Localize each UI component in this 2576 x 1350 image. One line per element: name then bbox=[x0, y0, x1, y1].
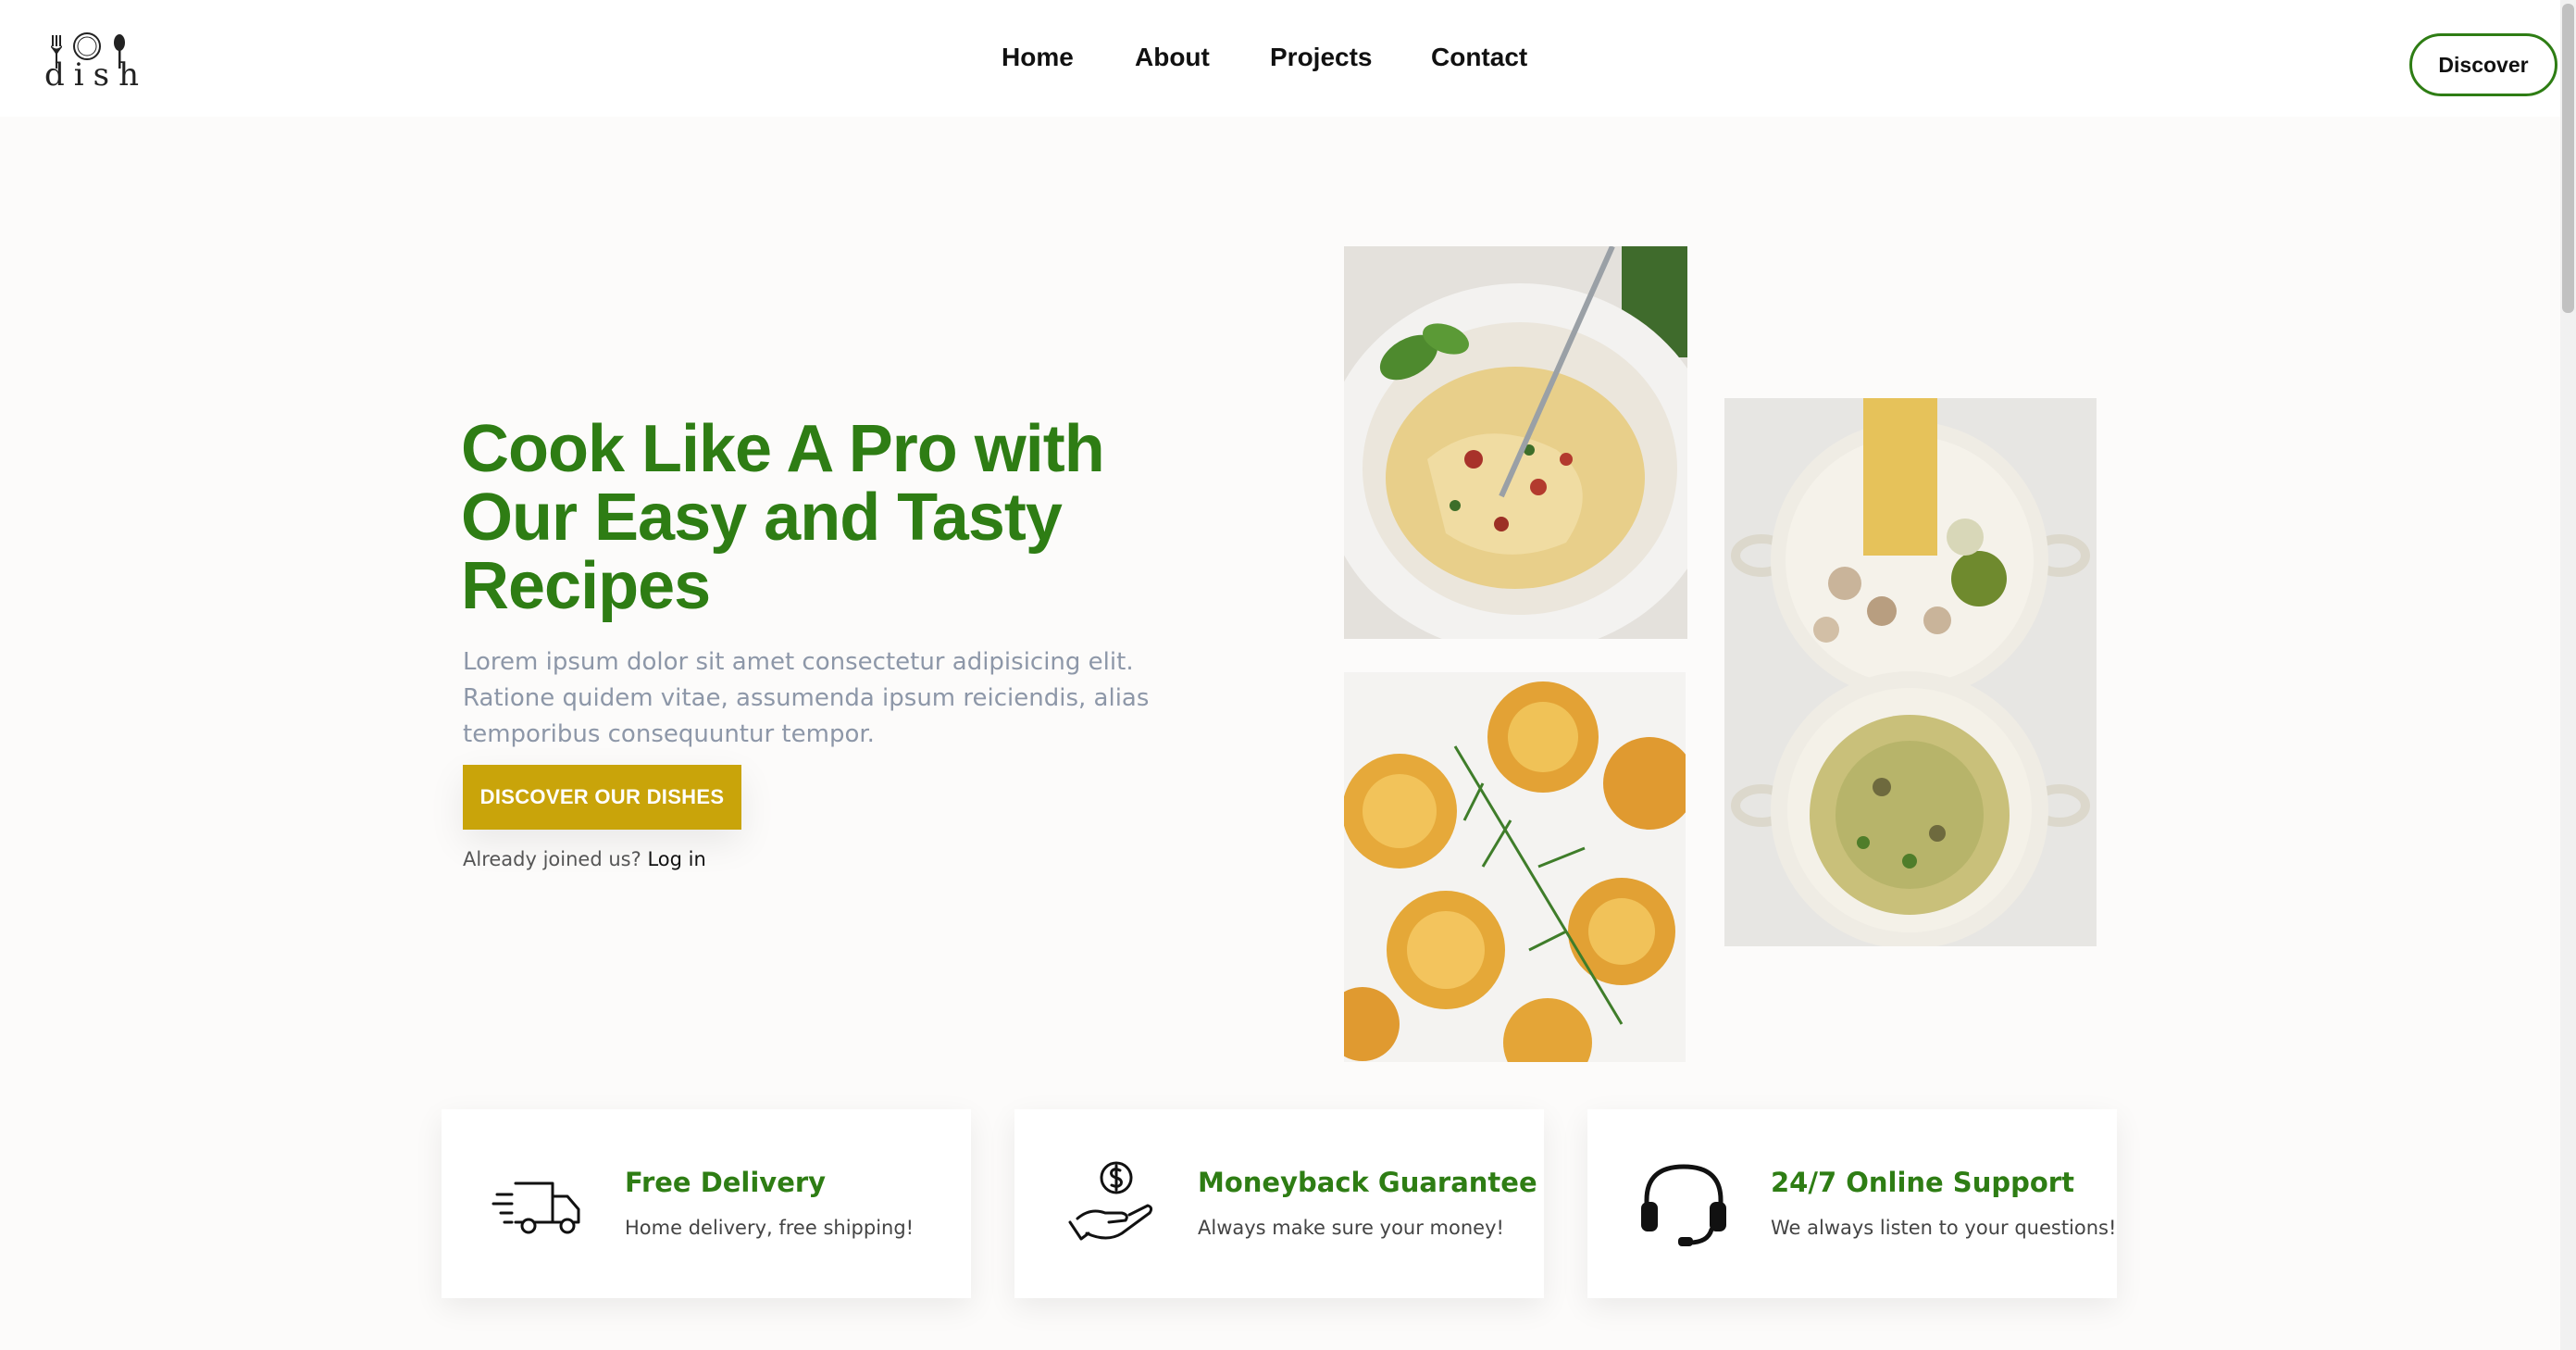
logo-text: dish bbox=[44, 56, 148, 94]
pasta-dish-photo bbox=[1344, 246, 1687, 639]
feature-subtitle: Always make sure your money! bbox=[1198, 1217, 1504, 1239]
feature-subtitle: We always listen to your questions! bbox=[1771, 1217, 2117, 1239]
nav-home[interactable]: Home bbox=[1002, 43, 1074, 72]
feature-card-support: 24/7 Online Support We always listen to … bbox=[1587, 1109, 2117, 1298]
potato-stacks-photo bbox=[1344, 672, 1686, 1062]
dish-logo[interactable]: dish bbox=[41, 31, 139, 91]
discover-button[interactable]: Discover bbox=[2409, 33, 2557, 96]
hero-title: Cook Like A Pro with Our Easy and Tasty … bbox=[461, 412, 1105, 623]
top-navbar: dish Home About Projects Contact Discove… bbox=[0, 0, 2560, 117]
login-prompt: Already joined us? Log in bbox=[463, 848, 706, 870]
money-hand-icon bbox=[1068, 1161, 1153, 1241]
pasta-pots-photo bbox=[1724, 398, 2097, 946]
scrollbar-thumb[interactable] bbox=[2562, 4, 2574, 313]
discover-dishes-button[interactable]: DISCOVER OUR DISHES bbox=[463, 765, 741, 830]
feature-subtitle: Home delivery, free shipping! bbox=[625, 1217, 915, 1239]
headset-icon bbox=[1641, 1164, 1726, 1246]
delivery-truck-icon bbox=[492, 1181, 580, 1234]
nav-contact[interactable]: Contact bbox=[1431, 43, 1527, 72]
feature-title: Free Delivery bbox=[625, 1167, 827, 1198]
login-link[interactable]: Log in bbox=[647, 848, 705, 870]
hero-description: Lorem ipsum dolor sit amet consectetur a… bbox=[463, 648, 1150, 748]
nav-projects[interactable]: Projects bbox=[1270, 43, 1373, 72]
joined-text: Already joined us? bbox=[463, 848, 641, 870]
feature-card-moneyback: Moneyback Guarantee Always make sure you… bbox=[1014, 1109, 1544, 1298]
nav-about[interactable]: About bbox=[1135, 43, 1210, 72]
feature-title: 24/7 Online Support bbox=[1771, 1167, 2074, 1198]
feature-title: Moneyback Guarantee bbox=[1198, 1167, 1537, 1198]
feature-card-delivery: Free Delivery Home delivery, free shippi… bbox=[442, 1109, 971, 1298]
